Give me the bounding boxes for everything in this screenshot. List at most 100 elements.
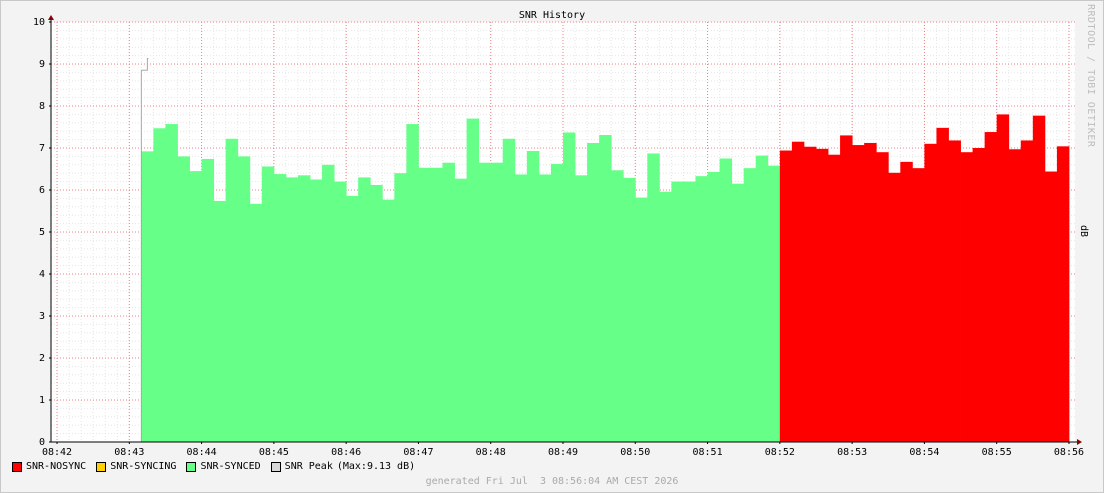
bar-snr-synced xyxy=(647,153,660,442)
x-tick-label: 08:50 xyxy=(620,447,650,458)
bar-snr-synced xyxy=(695,176,708,442)
bar-snr-synced xyxy=(563,132,576,442)
bar-snr-nosync xyxy=(828,154,841,442)
legend-label-synced: SNR-SYNCED xyxy=(200,461,261,472)
bar-snr-synced xyxy=(587,142,600,442)
legend-swatch-syncing xyxy=(96,461,107,472)
bar-snr-nosync xyxy=(996,114,1010,443)
x-tick-label: 08:45 xyxy=(259,447,289,458)
x-tick-label: 08:43 xyxy=(114,447,144,458)
bar-snr-nosync xyxy=(900,161,913,443)
legend-item-synced: SNR-SYNCED xyxy=(186,461,261,472)
bar-snr-synced xyxy=(755,155,769,442)
bar-snr-synced xyxy=(707,171,721,442)
y-tick-label: 2 xyxy=(39,353,45,364)
bar-snr-synced xyxy=(502,138,516,442)
x-axis-arrow xyxy=(1077,439,1082,445)
bar-snr-nosync xyxy=(960,152,973,442)
chart-title: SNR History xyxy=(518,10,586,21)
bar-snr-nosync xyxy=(888,172,901,442)
bar-snr-synced xyxy=(358,177,371,442)
bar-snr-nosync xyxy=(948,140,961,442)
bar-snr-synced xyxy=(635,197,648,442)
x-tick-label: 08:49 xyxy=(548,447,578,458)
y-tick-label: 4 xyxy=(39,269,45,280)
bar-snr-synced xyxy=(454,178,468,442)
x-tick-label: 08:51 xyxy=(693,447,723,458)
bar-snr-nosync xyxy=(840,135,853,442)
bar-snr-synced xyxy=(683,181,696,442)
bar-snr-synced xyxy=(141,151,154,443)
bar-snr-synced xyxy=(623,177,636,442)
bar-snr-synced xyxy=(322,164,335,443)
bar-snr-synced xyxy=(189,171,202,442)
bar-snr-synced xyxy=(237,156,251,442)
bar-snr-synced xyxy=(297,175,311,443)
bar-snr-synced xyxy=(575,175,588,443)
bar-snr-nosync xyxy=(1044,171,1058,442)
x-tick-label: 08:56 xyxy=(1054,447,1084,458)
bar-snr-synced xyxy=(659,191,672,442)
bar-snr-synced xyxy=(719,158,733,442)
bar-snr-nosync xyxy=(1032,115,1046,442)
bar-snr-synced xyxy=(370,184,383,442)
bar-snr-synced xyxy=(406,124,419,442)
y-tick-label: 5 xyxy=(39,227,45,238)
x-tick-label: 08:54 xyxy=(909,447,939,458)
legend-item-syncing: SNR-SYNCING xyxy=(96,461,176,472)
bar-snr-synced xyxy=(382,199,395,442)
y-tick-label: 8 xyxy=(39,101,45,112)
legend-item-peak: SNR Peak (Max:9.13 dB) xyxy=(270,461,416,472)
bar-snr-synced xyxy=(767,165,781,442)
bar-snr-synced xyxy=(538,174,552,442)
legend-label-syncing: SNR-SYNCING xyxy=(110,461,177,472)
y-tick-label: 7 xyxy=(39,143,45,154)
bar-snr-nosync xyxy=(936,127,949,442)
bar-snr-nosync xyxy=(815,148,829,442)
y-tick-label: 6 xyxy=(39,185,45,196)
bar-snr-synced xyxy=(442,162,455,442)
y-axis-unit-label: dB xyxy=(1078,225,1089,238)
bar-snr-nosync xyxy=(1008,149,1022,442)
bar-snr-synced xyxy=(249,203,263,442)
rrdtool-watermark: RRDTOOL / TOBI OETIKER xyxy=(1085,4,1096,148)
bar-snr-nosync xyxy=(984,132,998,443)
bar-snr-synced xyxy=(743,168,757,442)
x-tick-label: 08:44 xyxy=(187,447,217,458)
x-tick-label: 08:48 xyxy=(476,447,506,458)
bar-snr-synced xyxy=(177,156,190,442)
legend-label-nosync: SNR-NOSYNC xyxy=(26,461,87,472)
bar-snr-synced xyxy=(225,138,239,442)
legend-swatch-peak xyxy=(270,461,281,472)
bar-snr-nosync xyxy=(791,141,805,442)
x-tick-label: 08:46 xyxy=(331,447,361,458)
legend-peak-max: (Max:9.13 dB) xyxy=(336,461,416,472)
bar-snr-synced xyxy=(490,162,504,442)
generated-timestamp: generated Fri Jul 3 08:56:04 AM CEST 202… xyxy=(425,476,679,487)
bar-snr-synced xyxy=(550,163,564,442)
bar-snr-synced xyxy=(478,162,492,442)
bar-snr-synced xyxy=(671,181,684,442)
bar-snr-synced xyxy=(346,195,359,442)
bar-snr-synced xyxy=(153,128,166,442)
bar-snr-nosync xyxy=(803,146,817,443)
legend-swatch-nosync xyxy=(12,461,22,472)
legend: SNR-NOSYNC SNR-SYNCING SNR-SYNCED SNR Pe… xyxy=(12,461,425,472)
x-tick-label: 08:47 xyxy=(403,447,433,458)
x-tick-label: 08:53 xyxy=(837,447,867,458)
x-tick-label: 08:42 xyxy=(42,447,72,458)
y-tick-label: 3 xyxy=(39,311,45,322)
bar-snr-synced xyxy=(466,118,480,442)
bar-snr-nosync xyxy=(924,143,937,443)
bar-snr-synced xyxy=(261,166,275,443)
snr-history-chart: 01234567891008:42 08:43 08:44 08:45 08:46 08:… xyxy=(33,15,1084,458)
bar-snr-synced xyxy=(334,181,347,442)
bar-snr-synced xyxy=(201,158,215,443)
bar-snr-nosync xyxy=(779,150,793,442)
x-tick-label: 08:55 xyxy=(982,447,1012,458)
legend-label-peak: SNR Peak xyxy=(284,461,333,472)
bar-snr-synced xyxy=(273,174,287,443)
bar-snr-nosync xyxy=(912,168,925,442)
bar-snr-synced xyxy=(430,167,443,443)
bar-snr-synced xyxy=(526,150,540,442)
